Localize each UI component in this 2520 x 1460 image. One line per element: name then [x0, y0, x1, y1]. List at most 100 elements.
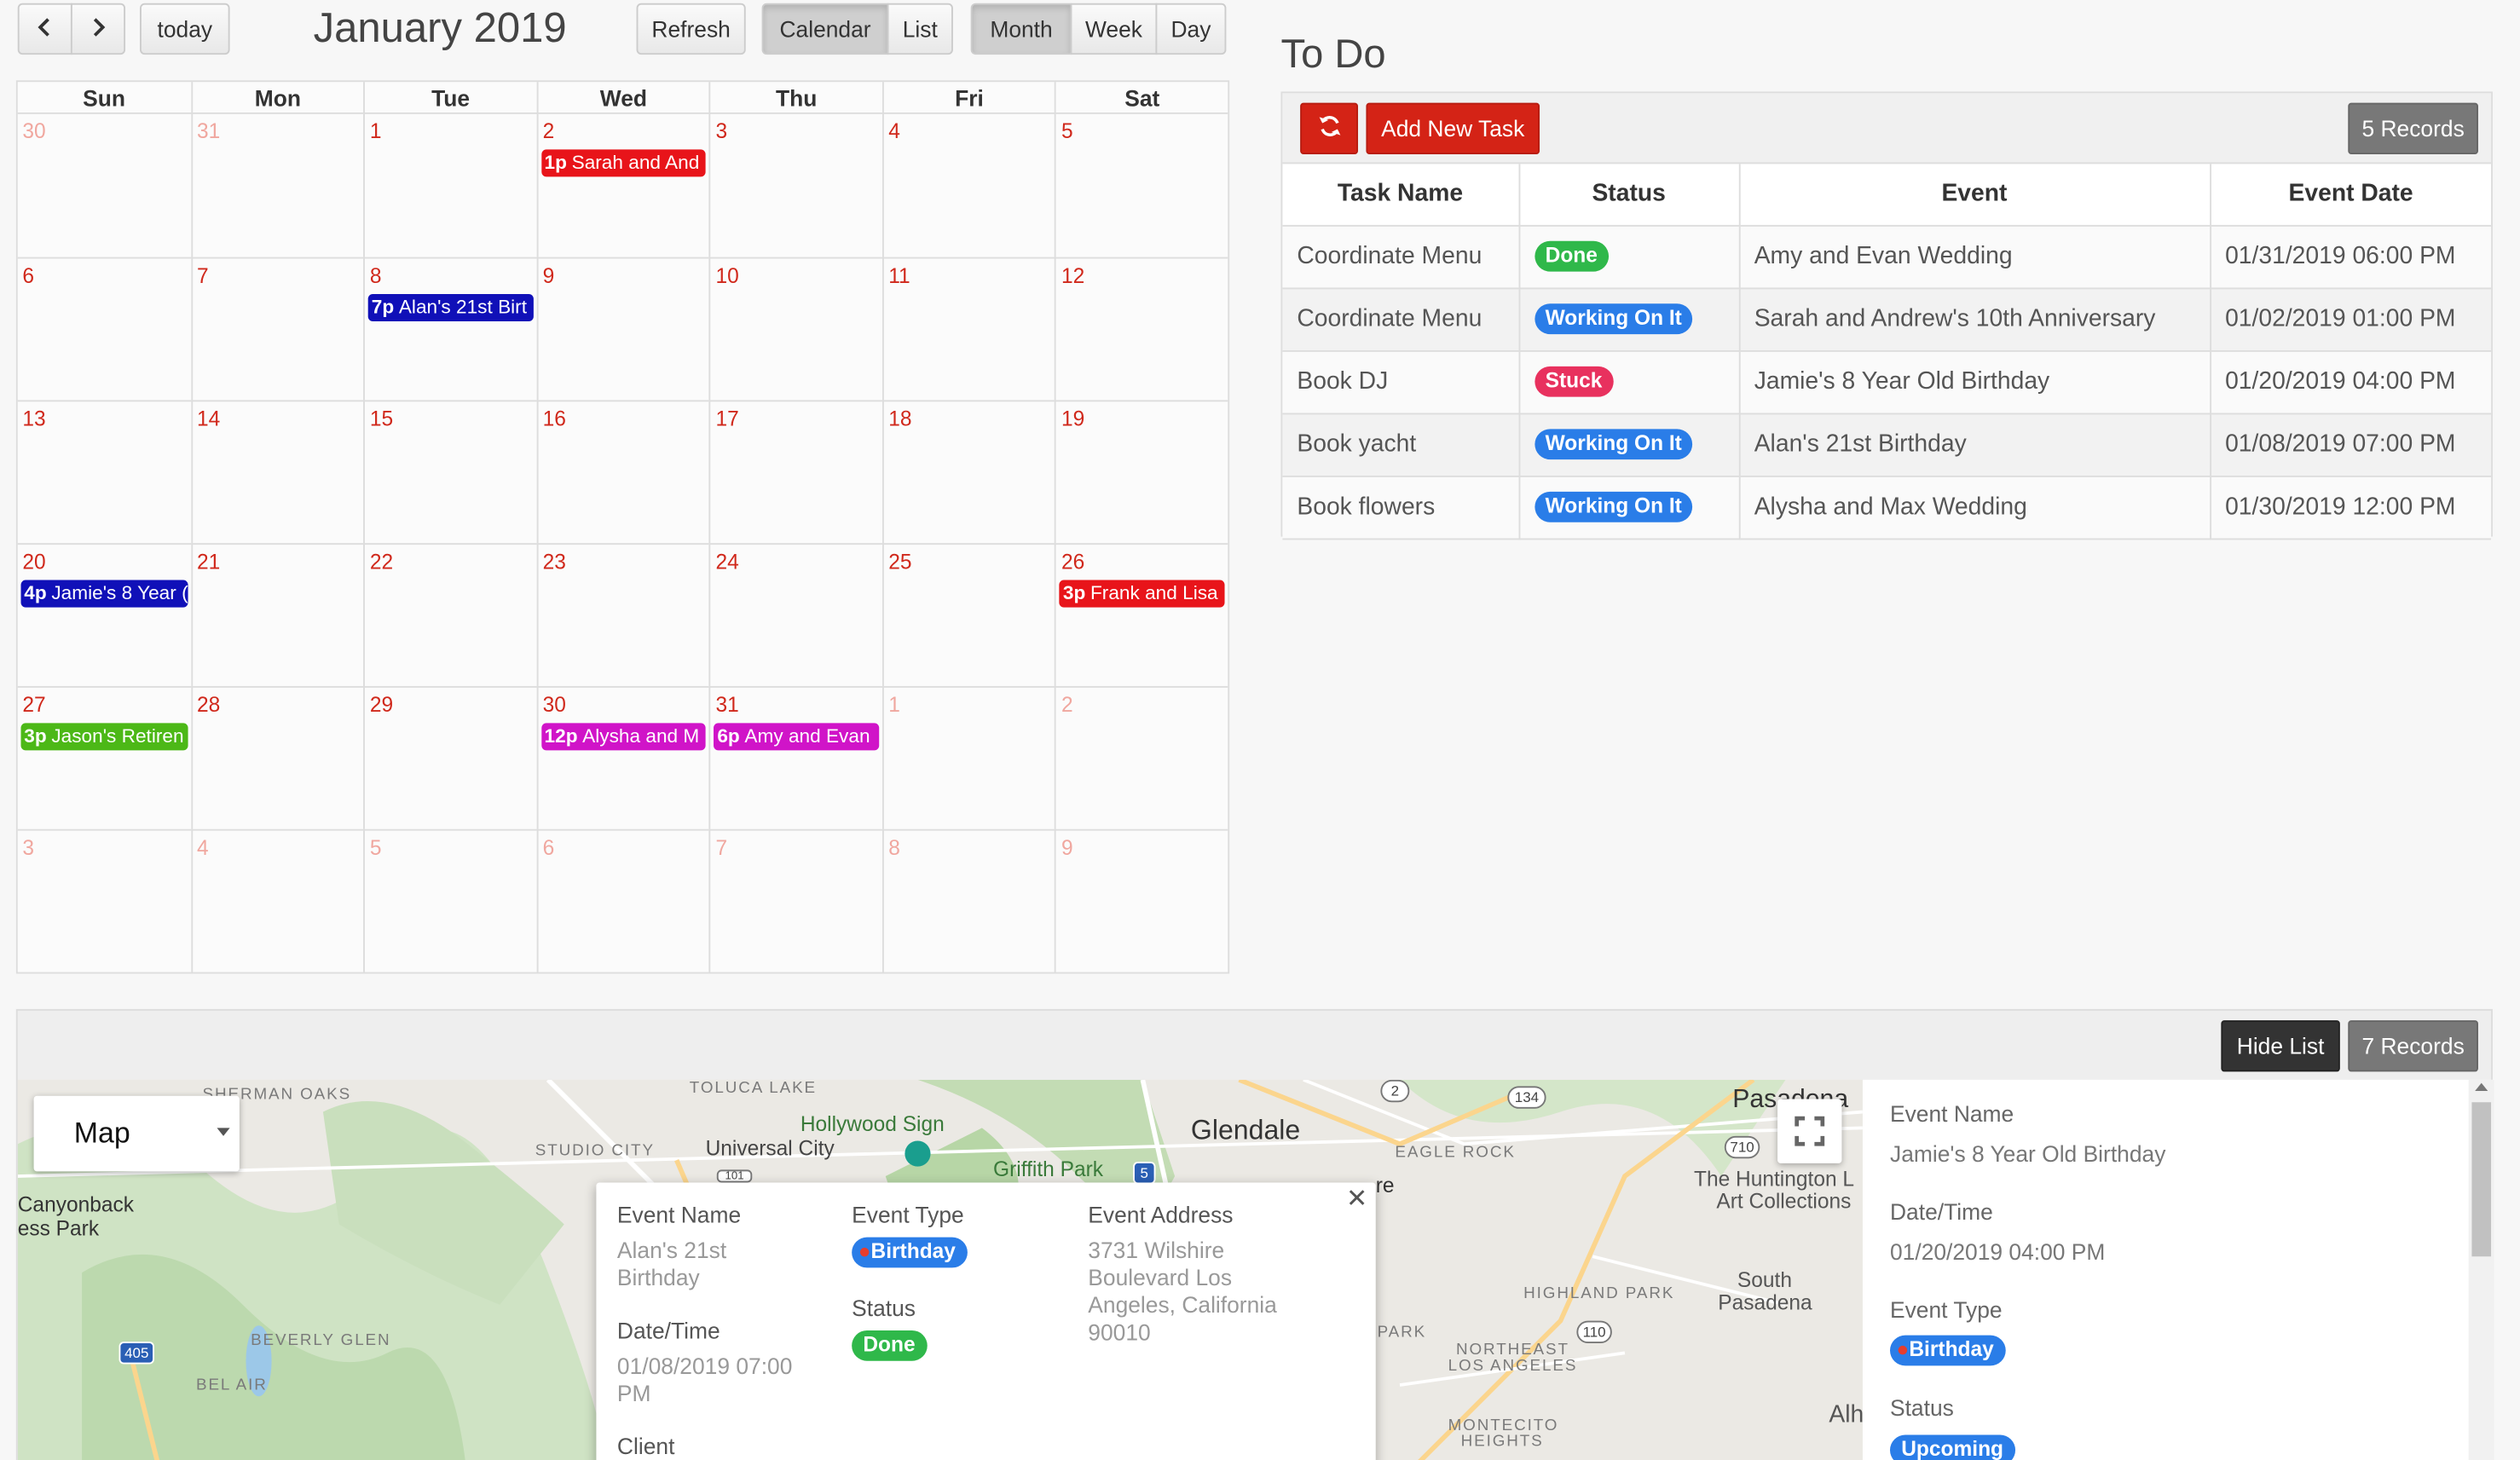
next-button[interactable] [70, 3, 126, 55]
day-cell[interactable]: 26 3p Frank and Lisa [1055, 543, 1228, 686]
prev-button[interactable] [17, 3, 72, 55]
day-number[interactable]: 18 [888, 407, 911, 430]
calendar-event[interactable]: 3p Jason's Retiren [20, 723, 188, 751]
hide-list-button[interactable]: Hide List [2221, 1020, 2340, 1072]
day-cell[interactable]: 18 [881, 400, 1055, 544]
day-number[interactable]: 27 [22, 693, 45, 717]
day-number[interactable]: 26 [1061, 550, 1084, 574]
refresh-button[interactable]: Refresh [636, 3, 746, 55]
day-number[interactable]: 16 [543, 407, 566, 430]
day-number[interactable]: 30 [543, 693, 566, 717]
day-number[interactable]: 23 [543, 550, 566, 574]
day-number[interactable]: 8 [888, 835, 900, 859]
day-number[interactable]: 10 [715, 263, 738, 287]
day-number[interactable]: 25 [888, 550, 911, 574]
day-number[interactable]: 29 [370, 693, 393, 717]
day-number[interactable]: 19 [1061, 407, 1084, 430]
day-cell[interactable]: 6 [536, 828, 709, 972]
day-number[interactable]: 3 [22, 835, 34, 859]
column-header-event[interactable]: Event [1737, 164, 2211, 226]
day-number[interactable]: 1 [888, 693, 900, 717]
calendar-event[interactable]: 12p Alysha and M [540, 723, 707, 751]
table-row[interactable]: Coordinate Menu Working On It Sarah and An… [1282, 286, 2492, 351]
day-number[interactable]: 9 [1061, 835, 1073, 859]
day-cell[interactable]: 19 [1055, 400, 1228, 544]
day-view-button[interactable]: Day [1155, 3, 1227, 55]
day-cell[interactable]: 6 [17, 257, 191, 401]
day-number[interactable]: 15 [370, 407, 393, 430]
day-cell[interactable]: 7 [190, 257, 364, 401]
scrollbar-thumb[interactable] [2471, 1102, 2492, 1257]
calendar-event[interactable]: 3p Frank and Lisa [1060, 580, 1225, 608]
attraction-pin-icon[interactable] [905, 1140, 931, 1167]
day-cell[interactable]: 8 [881, 828, 1055, 972]
day-cell[interactable]: 31 6p Amy and Evan [708, 685, 882, 829]
column-header-status[interactable]: Status [1517, 164, 1740, 226]
day-cell[interactable]: 14 [190, 400, 364, 544]
fullscreen-button[interactable] [1777, 1099, 1842, 1163]
day-cell[interactable]: 30 [18, 114, 191, 257]
day-number[interactable]: 20 [22, 550, 45, 574]
day-number[interactable]: 4 [888, 119, 900, 143]
day-cell[interactable]: 23 [536, 543, 709, 686]
day-number[interactable]: 4 [197, 835, 209, 859]
day-cell[interactable]: 27 3p Jason's Retiren [17, 685, 191, 829]
day-cell[interactable]: 30 12p Alysha and M [536, 685, 709, 829]
todo-refresh-button[interactable] [1300, 102, 1358, 154]
table-row[interactable]: Coordinate Menu Done Amy and Evan Wedding 0… [1282, 223, 2492, 289]
day-number[interactable]: 2 [1061, 693, 1073, 717]
day-cell[interactable]: 12 [1055, 257, 1228, 401]
list-scrollbar[interactable] [2468, 1079, 2494, 1460]
list-view-button[interactable]: List [887, 3, 953, 55]
day-number[interactable]: 14 [197, 407, 220, 430]
day-number[interactable]: 12 [1061, 263, 1084, 287]
day-cell[interactable]: 16 [536, 400, 709, 544]
day-number[interactable]: 21 [197, 550, 220, 574]
day-number[interactable]: 22 [370, 550, 393, 574]
calendar-event[interactable]: 4p Jamie's 8 Year ( [20, 580, 188, 608]
day-number[interactable]: 31 [715, 693, 738, 717]
table-row[interactable]: Book flowers Working On It Alysha and Max … [1282, 475, 2492, 540]
day-number[interactable]: 5 [1061, 119, 1073, 143]
day-cell[interactable]: 31 [190, 113, 364, 257]
today-button[interactable]: today [140, 3, 230, 55]
day-cell[interactable]: 11 [881, 257, 1055, 401]
day-cell[interactable]: 29 [363, 685, 537, 829]
day-cell[interactable]: 10 [708, 257, 882, 401]
day-number[interactable]: 7 [715, 835, 727, 859]
day-number[interactable]: 30 [22, 119, 45, 143]
day-number[interactable]: 2 [543, 119, 555, 143]
day-number[interactable]: 6 [22, 263, 34, 287]
calendar-event[interactable]: 6p Amy and Evan [714, 723, 879, 751]
day-cell[interactable]: 4 [881, 113, 1055, 257]
day-cell[interactable]: 2 [1055, 685, 1228, 829]
week-view-button[interactable]: Week [1070, 3, 1158, 55]
month-view-button[interactable]: Month [970, 3, 1072, 55]
day-cell[interactable]: 20 4p Jamie's 8 Year ( [17, 543, 191, 686]
day-number[interactable]: 7 [197, 263, 209, 287]
day-number[interactable]: 3 [715, 119, 727, 143]
day-cell[interactable]: 8 7p Alan's 21st Birt [363, 257, 537, 401]
day-number[interactable]: 28 [197, 693, 220, 717]
day-cell[interactable]: 21 [190, 543, 364, 686]
calendar-event[interactable]: 7p Alan's 21st Birt [367, 293, 534, 322]
day-cell[interactable]: 9 [536, 257, 709, 401]
day-cell[interactable]: 24 [708, 543, 882, 686]
day-cell[interactable]: 15 [363, 400, 537, 544]
day-number[interactable]: 31 [197, 119, 220, 143]
column-header-task-name[interactable]: Task Name [1282, 164, 1520, 226]
day-cell[interactable]: 5 [363, 828, 537, 972]
close-icon[interactable]: ✕ [1346, 1183, 1367, 1215]
day-cell[interactable]: 28 [190, 685, 364, 829]
day-number[interactable]: 11 [888, 263, 910, 287]
day-cell[interactable]: 4 [190, 828, 364, 972]
day-cell[interactable]: 1 [363, 113, 536, 257]
calendar-view-button[interactable]: Calendar [761, 3, 889, 55]
map-view[interactable]: SHERMAN OAKS TOLUCA LAKE STUDIO CITY Hol… [17, 1079, 1863, 1460]
day-cell[interactable]: 17 [708, 400, 882, 544]
day-cell[interactable]: 2 1p Sarah and And [536, 113, 709, 257]
day-number[interactable]: 1 [370, 119, 382, 143]
table-row[interactable]: Book DJ Stuck Jamie's 8 Year Old Birthday 0… [1282, 349, 2492, 414]
day-number[interactable]: 8 [370, 263, 382, 287]
day-cell[interactable]: 7 [708, 828, 882, 972]
